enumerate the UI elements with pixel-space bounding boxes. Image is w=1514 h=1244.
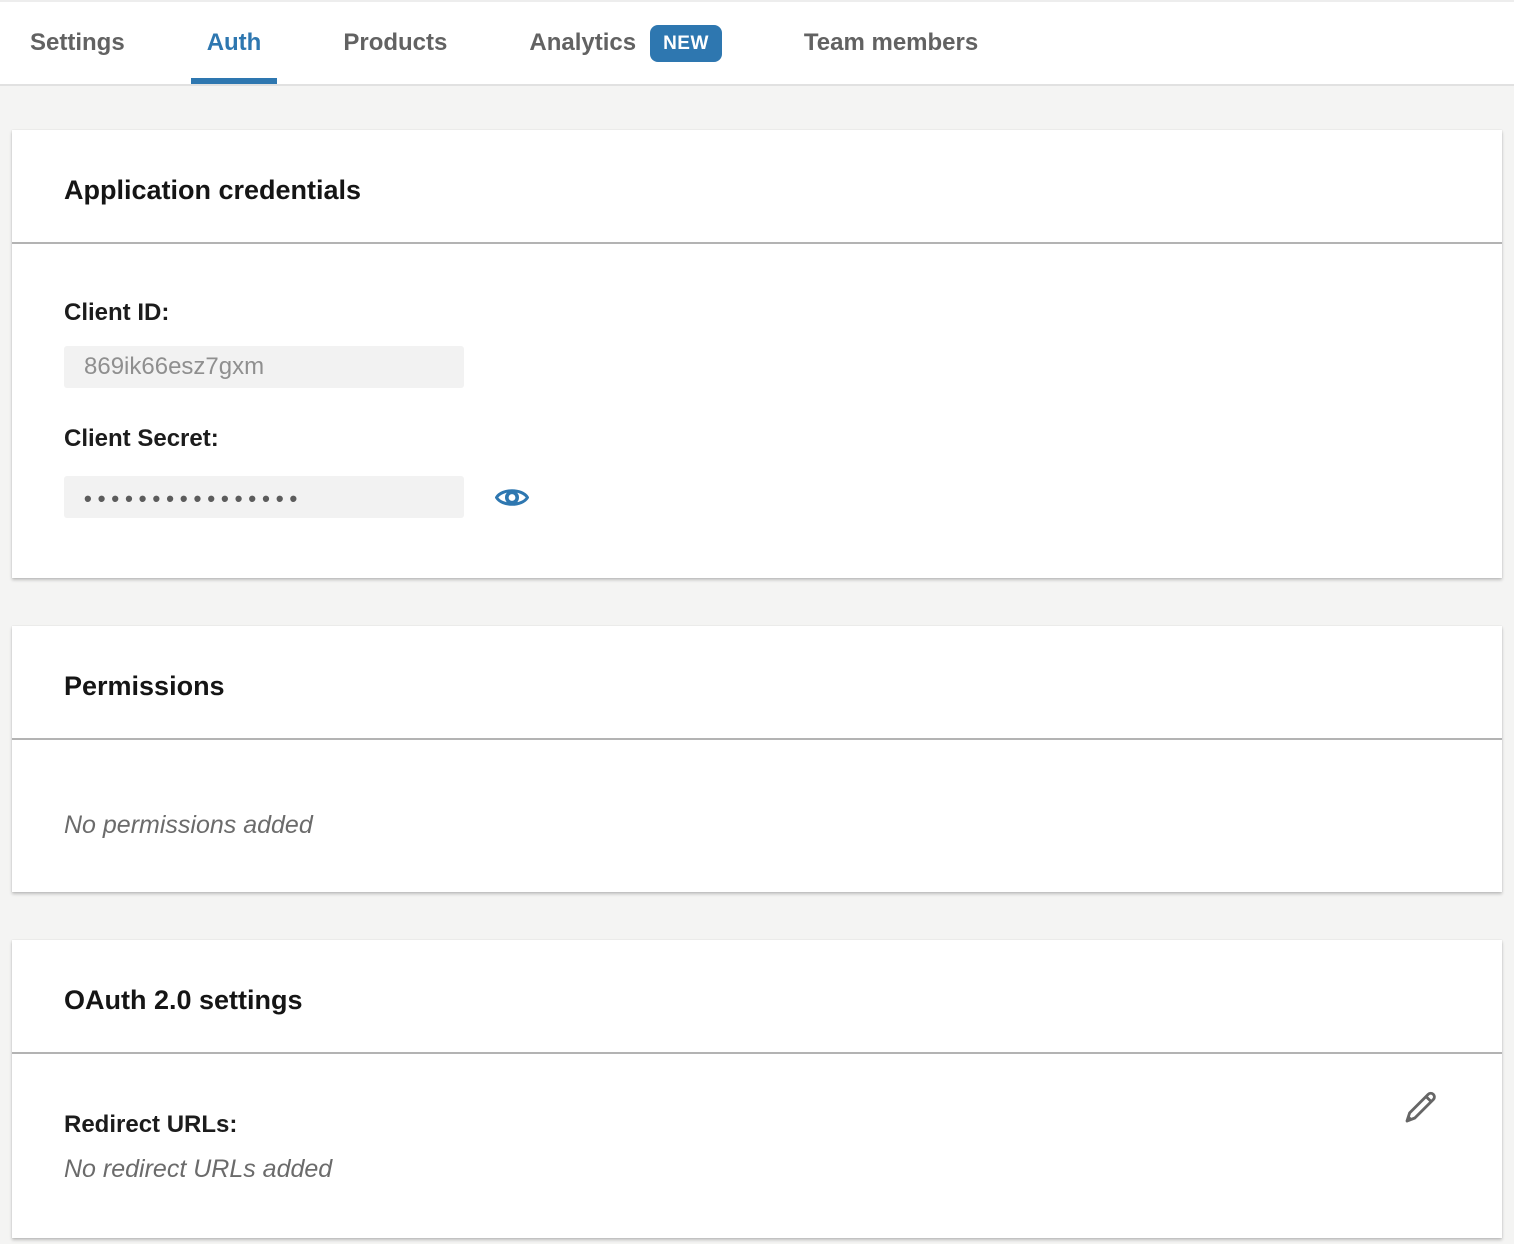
tab-analytics-label: Analytics (529, 29, 636, 57)
pencil-icon (1400, 1088, 1440, 1128)
reveal-client-secret-button[interactable] (494, 484, 530, 511)
tab-auth-label: Auth (207, 29, 262, 57)
auth-tab-content: Application credentials Client ID: 869ik… (0, 86, 1514, 1238)
tab-auth[interactable]: Auth (191, 2, 278, 84)
oauth-settings-card: OAuth 2.0 settings Redirect URLs: No red… (12, 940, 1502, 1238)
client-id-field[interactable]: 869ik66esz7gxm (64, 346, 464, 388)
application-credentials-body: Client ID: 869ik66esz7gxm Client Secret:… (12, 244, 1502, 578)
permissions-title: Permissions (64, 670, 1450, 702)
application-credentials-card: Application credentials Client ID: 869ik… (12, 130, 1502, 578)
permissions-body: No permissions added (12, 740, 1502, 892)
tab-team-members-label: Team members (804, 29, 978, 57)
application-credentials-header: Application credentials (12, 130, 1502, 244)
client-secret-masked-value: •••••••••••••••• (84, 486, 303, 512)
tab-analytics[interactable]: Analytics NEW (513, 2, 738, 84)
oauth-settings-body: Redirect URLs: No redirect URLs added (12, 1054, 1502, 1238)
oauth-settings-title: OAuth 2.0 settings (64, 984, 1450, 1016)
client-secret-row: •••••••••••••••• (64, 476, 1450, 518)
redirect-urls-empty-text: No redirect URLs added (64, 1154, 1450, 1184)
tab-settings[interactable]: Settings (14, 2, 141, 84)
client-id-value: 869ik66esz7gxm (84, 353, 264, 381)
permissions-empty-text: No permissions added (64, 810, 1450, 840)
oauth-settings-header: OAuth 2.0 settings (12, 940, 1502, 1054)
permissions-card: Permissions No permissions added (12, 626, 1502, 892)
application-credentials-title: Application credentials (64, 174, 1450, 206)
tab-products-label: Products (343, 29, 447, 57)
tab-bar: Settings Auth Products Analytics NEW Tea… (0, 0, 1514, 86)
client-id-label: Client ID: (64, 298, 1450, 328)
edit-redirect-urls-button[interactable] (1400, 1088, 1440, 1128)
client-secret-label: Client Secret: (64, 424, 1450, 454)
redirect-urls-label: Redirect URLs: (64, 1110, 1450, 1140)
tab-team-members[interactable]: Team members (788, 2, 994, 84)
client-secret-field[interactable]: •••••••••••••••• (64, 476, 464, 518)
tab-products[interactable]: Products (327, 2, 463, 84)
new-badge: NEW (650, 25, 722, 62)
tab-settings-label: Settings (30, 29, 125, 57)
eye-icon (494, 484, 530, 511)
permissions-header: Permissions (12, 626, 1502, 740)
